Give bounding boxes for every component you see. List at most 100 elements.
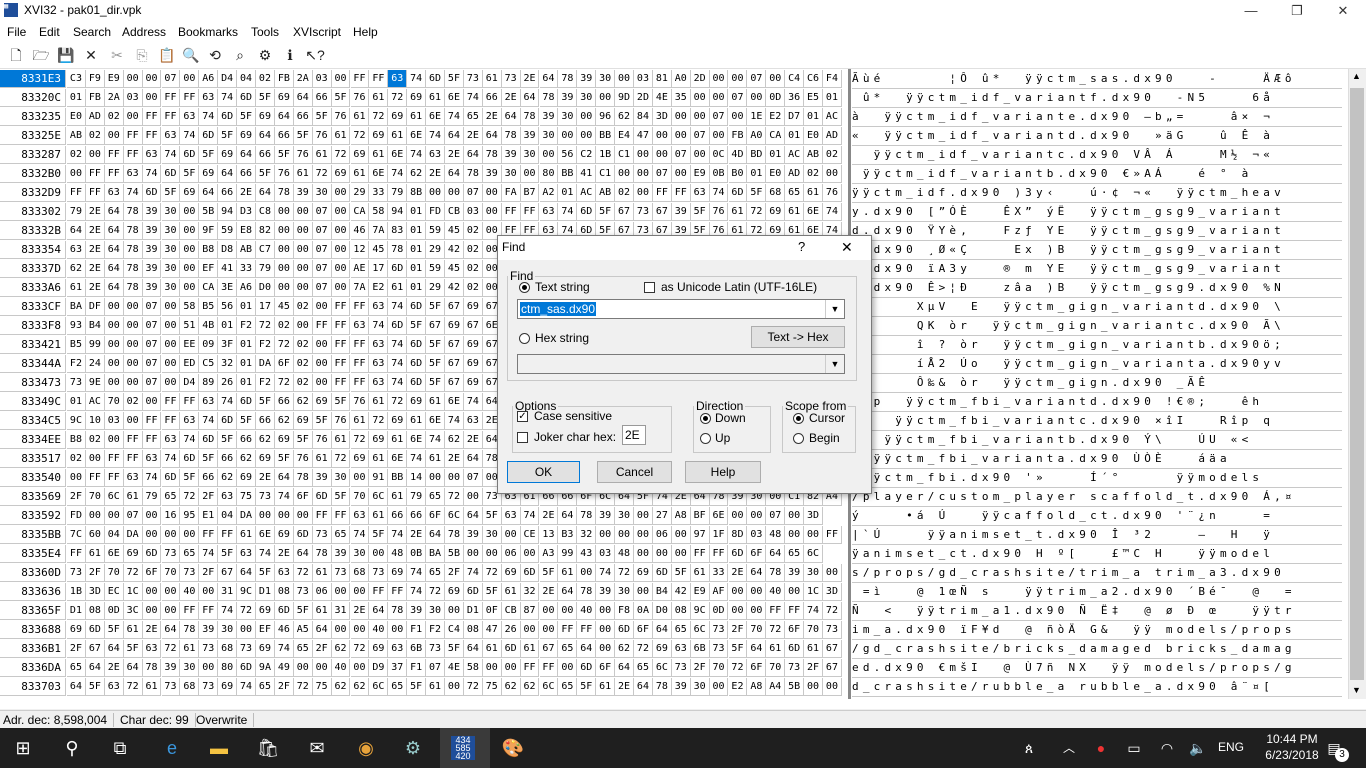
settings-icon[interactable]: ⚙ — [256, 46, 274, 64]
hex-byte-cell[interactable]: FD — [426, 203, 445, 221]
hex-byte-cell[interactable]: 78 — [445, 526, 464, 544]
hex-byte-cell[interactable]: 61 — [520, 640, 540, 658]
hex-byte-cell[interactable]: BB — [388, 469, 408, 487]
hex-byte-cell[interactable]: 63 — [123, 165, 143, 183]
row-address[interactable]: 833703 — [0, 678, 66, 696]
hex-byte-cell[interactable]: 2E — [728, 564, 748, 582]
hex-byte-cell[interactable]: 78 — [577, 507, 597, 525]
ascii-text[interactable]: œ ÿÿctm_fbi_variantc.dx90 ×îI Rîp q — [852, 412, 1342, 431]
row-address[interactable]: 83344A — [0, 355, 66, 373]
hex-byte-cell[interactable]: 5F — [256, 89, 275, 107]
hex-byte-cell[interactable]: 00 — [85, 450, 105, 468]
hex-byte-cell[interactable]: 63 — [218, 488, 238, 506]
hex-byte-cell[interactable]: 00 — [180, 222, 200, 240]
hex-byte-cell[interactable]: 64 — [463, 640, 483, 658]
hex-byte-cell[interactable]: 74 — [256, 545, 275, 563]
hex-byte-cell[interactable]: 76 — [350, 393, 370, 411]
hex-byte-cell[interactable]: 61 — [369, 507, 389, 525]
ascii-text[interactable]: ÿanimset_ct.dx90 H º[ £™C H ÿÿmodel — [852, 545, 1342, 564]
hex-byte-cell[interactable]: 68 — [218, 640, 238, 658]
hex-byte-cell[interactable]: 74 — [463, 564, 483, 582]
row-address[interactable]: 833517 — [0, 450, 66, 468]
hex-byte-cell[interactable]: 00 — [180, 241, 200, 259]
hex-byte-cell[interactable]: 61 — [312, 146, 332, 164]
hex-byte-cell[interactable]: 74 — [350, 526, 370, 544]
hex-byte-cell[interactable]: E8 — [237, 222, 256, 240]
hex-byte-cell[interactable]: 72 — [350, 640, 370, 658]
row-address[interactable]: 8333CF — [0, 298, 66, 316]
hex-byte-cell[interactable]: 5F — [482, 583, 502, 601]
row-address[interactable]: 8334EE — [0, 431, 66, 449]
hex-byte-cell[interactable]: 02 — [67, 146, 86, 164]
hex-byte-cell[interactable]: 29 — [350, 184, 370, 202]
hex-byte-cell[interactable]: 07 — [463, 469, 483, 487]
hex-byte-cell[interactable]: 00 — [85, 507, 105, 525]
hex-byte-cell[interactable]: 67 — [85, 640, 105, 658]
hex-byte-cell[interactable]: 5F — [407, 317, 427, 335]
direction-up-label[interactable]: Up — [715, 431, 730, 445]
hex-byte-cell[interactable]: 00 — [142, 507, 162, 525]
hex-byte-cell[interactable]: 74 — [274, 640, 294, 658]
hex-byte-cell[interactable]: 65 — [161, 488, 181, 506]
hex-byte-cell[interactable]: 69 — [218, 146, 238, 164]
row-address[interactable]: 8333F8 — [0, 317, 66, 335]
hex-byte-cell[interactable]: 61 — [690, 564, 710, 582]
hex-byte-cell[interactable]: 00 — [293, 279, 313, 297]
hex-byte-cell[interactable]: 69 — [237, 469, 256, 487]
ascii-text[interactable]: =ì @ 1œÑ s ÿÿtrim_a2.dx90 ´Bé¯ @ = — [852, 583, 1342, 602]
hex-byte-cell[interactable]: AC — [823, 108, 842, 126]
hex-byte-cell[interactable]: 40 — [180, 583, 200, 601]
hex-byte-cell[interactable]: 00 — [331, 279, 351, 297]
hex-byte-cell[interactable]: 00 — [104, 317, 124, 335]
hex-byte-cell[interactable]: 78 — [388, 602, 408, 620]
hex-byte-cell[interactable]: 93 — [67, 317, 86, 335]
ascii-text[interactable]: ¸ ÿÿctm_fbi_variantb.dx90 Ý\ ÚU­ «< — [852, 431, 1342, 450]
hex-byte-cell[interactable]: 72 — [388, 89, 408, 107]
hex-byte-cell[interactable]: 73 — [501, 70, 521, 88]
hex-byte-cell[interactable]: 02 — [804, 165, 823, 183]
hex-byte-cell[interactable]: 78 — [577, 583, 597, 601]
hex-byte-cell[interactable]: 0F — [482, 602, 502, 620]
hex-byte-cell[interactable]: 40 — [577, 602, 597, 620]
hex-byte-cell[interactable]: 03 — [104, 412, 124, 430]
ascii-text[interactable]: Ñ < ÿÿtrim_a1.dx90 Ñ Ë‡ @ ø Ð œ ÿÿtr — [852, 602, 1342, 621]
hex-byte-cell[interactable]: 74 — [388, 165, 408, 183]
hex-byte-cell[interactable]: 6C — [690, 621, 710, 639]
hex-byte-cell[interactable]: 69 — [388, 108, 408, 126]
row-address[interactable]: 833569 — [0, 488, 66, 506]
hex-byte-cell[interactable]: 40 — [766, 583, 786, 601]
hex-byte-cell[interactable]: 10 — [85, 412, 105, 430]
hex-byte-cell[interactable]: 00 — [709, 678, 729, 696]
hex-byte-cell[interactable]: 72 — [331, 146, 351, 164]
hex-byte-cell[interactable]: 69 — [293, 412, 313, 430]
hex-byte-cell[interactable]: 41 — [577, 165, 597, 183]
hex-byte-cell[interactable]: 63 — [67, 241, 86, 259]
hex-byte-cell[interactable]: 01 — [407, 241, 427, 259]
hex-byte-cell[interactable]: FF — [67, 184, 86, 202]
hex-byte-cell[interactable]: 61 — [804, 184, 823, 202]
hex-byte-cell[interactable]: 07 — [142, 298, 162, 316]
hex-byte-cell[interactable]: 2E — [85, 279, 105, 297]
cancel-button[interactable]: Cancel — [597, 461, 672, 483]
hex-byte-cell[interactable]: 74 — [199, 545, 219, 563]
hex-byte-cell[interactable]: 6D — [274, 602, 294, 620]
hex-byte-cell[interactable]: FF — [199, 602, 219, 620]
hex-byte-cell[interactable]: 73 — [199, 678, 219, 696]
hex-byte-cell[interactable]: E2 — [766, 108, 786, 126]
hex-byte-cell[interactable]: 00 — [161, 336, 181, 354]
hex-byte-cell[interactable]: 2E — [256, 469, 275, 487]
hex-byte-cell[interactable]: 6F — [274, 355, 294, 373]
hex-byte-cell[interactable]: 5F — [482, 507, 502, 525]
hex-byte-cell[interactable]: 00 — [350, 621, 370, 639]
hex-byte-cell[interactable]: 2E — [445, 450, 464, 468]
hex-byte-cell[interactable]: 64 — [85, 659, 105, 677]
row-address[interactable]: 83332B — [0, 222, 66, 240]
hex-byte-cell[interactable]: 70 — [709, 659, 729, 677]
hex-byte-cell[interactable]: 65 — [671, 621, 691, 639]
hex-byte-cell[interactable]: 63 — [180, 412, 200, 430]
hex-byte-cell[interactable]: 63 — [671, 640, 691, 658]
hex-byte-cell[interactable]: 64 — [445, 165, 464, 183]
hex-byte-cell[interactable]: 6D — [501, 640, 521, 658]
hex-byte-cell[interactable]: 00 — [634, 526, 653, 544]
hex-byte-cell[interactable]: 30 — [161, 222, 181, 240]
